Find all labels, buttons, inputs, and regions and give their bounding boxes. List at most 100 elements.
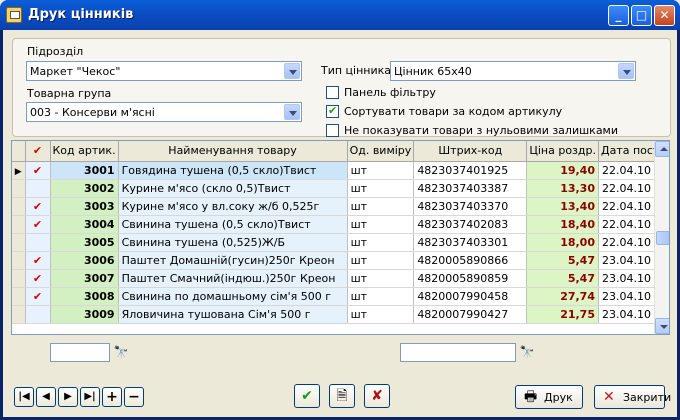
price-column-header[interactable]: Ціна роздр. xyxy=(526,141,599,162)
sort-by-code-checkbox[interactable] xyxy=(326,104,339,118)
row-mark-cell[interactable] xyxy=(25,179,51,198)
row-code-cell: 3001 xyxy=(50,161,119,180)
row-indicator xyxy=(12,215,26,234)
barcode-column-header[interactable]: Штрих-код xyxy=(413,141,528,162)
row-indicator xyxy=(12,287,26,306)
subdivision-value: Маркет "Чекос" xyxy=(30,65,121,78)
products-table: ✔ Код артик. Найменування товару Од. вим… xyxy=(12,141,666,324)
row-code-cell: 3009 xyxy=(50,305,119,324)
row-unit-cell: шт xyxy=(347,161,415,180)
last-record-icon: ▶| xyxy=(84,391,96,402)
table-row[interactable]: ✔ 3006 Паштет Домашній(гусин)250г Креон шт 4… xyxy=(12,251,666,270)
scrollbar-thumb[interactable] xyxy=(656,231,669,245)
row-barcode-cell: 4823037403387 xyxy=(413,179,528,198)
row-unit-cell: шт xyxy=(347,287,415,306)
mark-column-header[interactable]: ✔ xyxy=(25,141,51,162)
tag-type-select[interactable]: Цінник 65х40 xyxy=(390,61,636,81)
row-code-cell: 3005 xyxy=(50,233,119,252)
title-bar[interactable]: Друк цінників _ □ ✕ xyxy=(0,0,680,30)
row-barcode-cell: 4820005890866 xyxy=(413,251,528,270)
scroll-down-icon[interactable] xyxy=(655,318,669,334)
hide-zero-stock-checkbox[interactable] xyxy=(326,124,339,137)
table-row[interactable]: ✔ 3004 Свинина тушена (0,5 скло)Твист шт 482… xyxy=(12,215,666,234)
row-mark-cell[interactable] xyxy=(25,233,51,252)
row-price-cell: 18,00 xyxy=(526,233,599,252)
row-indicator xyxy=(12,197,26,216)
clear-selection-button[interactable]: ✘ xyxy=(364,384,390,408)
row-code-cell: 3008 xyxy=(50,287,119,306)
row-mark-cell[interactable]: ✔ xyxy=(25,197,51,216)
scroll-up-icon[interactable] xyxy=(655,141,669,157)
chevron-down-icon[interactable] xyxy=(618,63,634,79)
group-label: Товарна група xyxy=(27,87,112,100)
table-row[interactable]: 3005 Свинина тушена (0,525)Ж/Б шт 482303740… xyxy=(12,233,666,252)
grid-header-row: ✔ Код артик. Найменування товару Од. вим… xyxy=(12,141,666,162)
table-row[interactable]: 3002 Курине м'ясо (скло 0,5)Твист шт 482303… xyxy=(12,179,666,198)
first-record-button[interactable]: |◀ xyxy=(14,387,34,407)
row-mark-cell[interactable]: ✔ xyxy=(25,215,51,234)
table-row[interactable]: ✔ 3003 Курине м'ясо у вл.соку ж/б 0,525г шт… xyxy=(12,197,666,216)
delete-record-button[interactable]: − xyxy=(124,387,144,407)
row-price-cell: 18,40 xyxy=(526,215,599,234)
row-indicator xyxy=(12,233,26,252)
row-price-cell: 13,30 xyxy=(526,179,599,198)
report-button[interactable]: 🗎 xyxy=(329,384,355,408)
row-name-cell: Паштет Домашній(гусин)250г Креон xyxy=(118,251,348,270)
window-title: Друк цінників xyxy=(28,7,134,22)
row-unit-cell: шт xyxy=(347,233,415,252)
row-mark-cell[interactable] xyxy=(25,305,51,324)
close-button[interactable]: ✕ Закрити xyxy=(594,385,671,409)
row-code-cell: 3007 xyxy=(50,269,119,288)
app-icon xyxy=(6,7,22,23)
binoculars-icon[interactable]: 🔭 xyxy=(518,345,536,360)
name-column-header[interactable]: Найменування товару xyxy=(118,141,348,162)
select-all-button[interactable]: ✔ xyxy=(294,384,320,408)
table-row[interactable]: ✔ 3007 Паштет Смачний(індюш.)250г Креон шт 4… xyxy=(12,269,666,288)
row-unit-cell: шт xyxy=(347,269,415,288)
uncheck-icon: ✘ xyxy=(371,388,383,404)
close-window-button[interactable]: ✕ xyxy=(654,5,675,26)
chevron-down-icon[interactable] xyxy=(284,104,300,120)
maximize-button[interactable]: □ xyxy=(631,5,652,26)
barcode-search-input[interactable] xyxy=(400,343,516,362)
table-row[interactable]: 3009 Яловичина тушована Сім'я 500 г шт 4820… xyxy=(12,305,666,324)
close-x-icon: ✕ xyxy=(603,389,615,405)
row-mark-cell[interactable]: ✔ xyxy=(25,251,51,270)
subdivision-select[interactable]: Маркет "Чекос" xyxy=(26,61,302,81)
chevron-down-icon[interactable] xyxy=(284,63,300,79)
tag-type-label: Тип цінника xyxy=(321,64,392,77)
group-select[interactable]: 003 - Консерви м'ясні xyxy=(26,102,302,122)
row-unit-cell: шт xyxy=(347,305,415,324)
binoculars-icon[interactable]: 🔭 xyxy=(112,345,130,360)
row-barcode-cell: 4823037403370 xyxy=(413,197,528,216)
last-record-button[interactable]: ▶| xyxy=(80,387,100,407)
code-search-input[interactable] xyxy=(50,343,110,362)
code-column-header[interactable]: Код артик. xyxy=(50,141,119,162)
group-value: 003 - Консерви м'ясні xyxy=(30,106,155,119)
print-button[interactable]: 🖶 Друк xyxy=(515,385,583,409)
subdivision-label: Підрозділ xyxy=(27,45,84,58)
row-price-cell: 13,40 xyxy=(526,197,599,216)
row-name-cell: Курине м'ясо (скло 0,5)Твист xyxy=(118,179,348,198)
next-record-button[interactable]: ▶ xyxy=(58,387,78,407)
print-button-label: Друк xyxy=(544,391,573,404)
row-barcode-cell: 4823037402083 xyxy=(413,215,528,234)
add-record-button[interactable]: + xyxy=(102,387,122,407)
check-icon: ✔ xyxy=(301,388,313,404)
report-icon: 🗎 xyxy=(336,388,348,404)
row-mark-cell[interactable]: ✔ xyxy=(25,161,51,180)
prev-record-button[interactable]: ◀ xyxy=(36,387,56,407)
grid-vertical-scrollbar[interactable] xyxy=(654,141,669,334)
row-unit-cell: шт xyxy=(347,251,415,270)
next-record-icon: ▶ xyxy=(64,391,72,402)
table-row[interactable]: ▶ ✔ 3001 Говядина тушена (0,5 скло)Твист шт 4… xyxy=(12,161,666,180)
row-mark-cell[interactable]: ✔ xyxy=(25,269,51,288)
row-price-cell: 19,40 xyxy=(526,161,599,180)
row-mark-cell[interactable]: ✔ xyxy=(25,287,51,306)
unit-column-header[interactable]: Од. виміру xyxy=(347,141,415,162)
row-indicator xyxy=(12,251,26,270)
minimize-button[interactable]: _ xyxy=(608,5,629,26)
filter-panel-checkbox[interactable] xyxy=(326,86,339,99)
table-row[interactable]: ✔ 3008 Свинина по домашньому сім'я 500 г шт… xyxy=(12,287,666,306)
row-price-cell: 21,75 xyxy=(526,305,599,324)
